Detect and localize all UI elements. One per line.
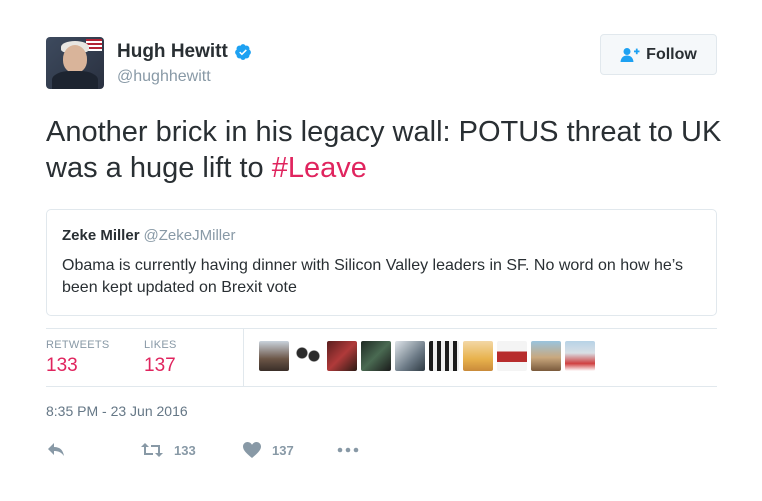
tweet-stats: RETWEETS 133 LIKES 137 xyxy=(46,328,717,387)
avatar-face xyxy=(63,45,87,73)
liker-avatar[interactable] xyxy=(463,341,493,371)
follow-label: Follow xyxy=(646,45,697,63)
tweet-timestamp[interactable]: 8:35 PM - 23 Jun 2016 xyxy=(46,403,188,419)
like-count: 137 xyxy=(272,442,294,458)
quoted-tweet-header: Zeke Miller @ZekeJMiller xyxy=(62,227,701,244)
quoted-author-handle[interactable]: @ZekeJMiller xyxy=(144,227,236,244)
retweet-count: 133 xyxy=(174,442,196,458)
tweet-body: Another brick in his legacy wall: POTUS … xyxy=(46,116,722,184)
more-button[interactable] xyxy=(336,441,360,459)
author-name-row[interactable]: Hugh Hewitt xyxy=(117,41,252,63)
author-avatar[interactable] xyxy=(46,37,104,89)
liker-avatar[interactable] xyxy=(565,341,595,371)
liker-avatar[interactable] xyxy=(429,341,459,371)
liker-avatar[interactable] xyxy=(327,341,357,371)
liker-avatar[interactable] xyxy=(531,341,561,371)
heart-icon xyxy=(243,442,261,458)
retweet-button[interactable]: 133 xyxy=(140,441,196,459)
retweet-icon xyxy=(141,443,163,457)
liker-avatar[interactable] xyxy=(361,341,391,371)
hashtag-link[interactable]: #Leave xyxy=(272,152,367,184)
quoted-tweet[interactable]: Zeke Miller @ZekeJMiller Obama is current… xyxy=(46,209,717,316)
liker-avatar[interactable] xyxy=(293,341,323,371)
likes-count: 137 xyxy=(144,355,176,376)
quoted-author-name[interactable]: Zeke Miller xyxy=(62,227,140,244)
reply-icon xyxy=(48,443,64,456)
likes-stat[interactable]: LIKES 137 xyxy=(144,339,177,377)
author-handle[interactable]: @hughhewitt xyxy=(117,68,211,86)
avatar-suit xyxy=(52,71,98,89)
like-button[interactable]: 137 xyxy=(242,441,294,459)
retweets-label: RETWEETS xyxy=(46,339,110,351)
likes-label: LIKES xyxy=(144,339,177,351)
author-name[interactable]: Hugh Hewitt xyxy=(117,41,228,63)
add-user-icon xyxy=(620,47,640,62)
liker-avatar[interactable] xyxy=(395,341,425,371)
liker-avatars xyxy=(259,341,595,371)
stats-divider xyxy=(243,329,244,386)
liker-avatar[interactable] xyxy=(259,341,289,371)
more-icon xyxy=(337,447,359,453)
retweets-stat[interactable]: RETWEETS 133 xyxy=(46,339,110,377)
verified-badge-icon xyxy=(234,44,251,60)
retweets-count: 133 xyxy=(46,355,78,376)
quoted-tweet-text: Obama is currently having dinner with Si… xyxy=(62,257,684,296)
tweet-text: Another brick in his legacy wall: POTUS … xyxy=(46,114,736,186)
liker-avatar[interactable] xyxy=(497,341,527,371)
follow-button[interactable]: Follow xyxy=(600,34,717,75)
reply-button[interactable] xyxy=(46,441,66,459)
